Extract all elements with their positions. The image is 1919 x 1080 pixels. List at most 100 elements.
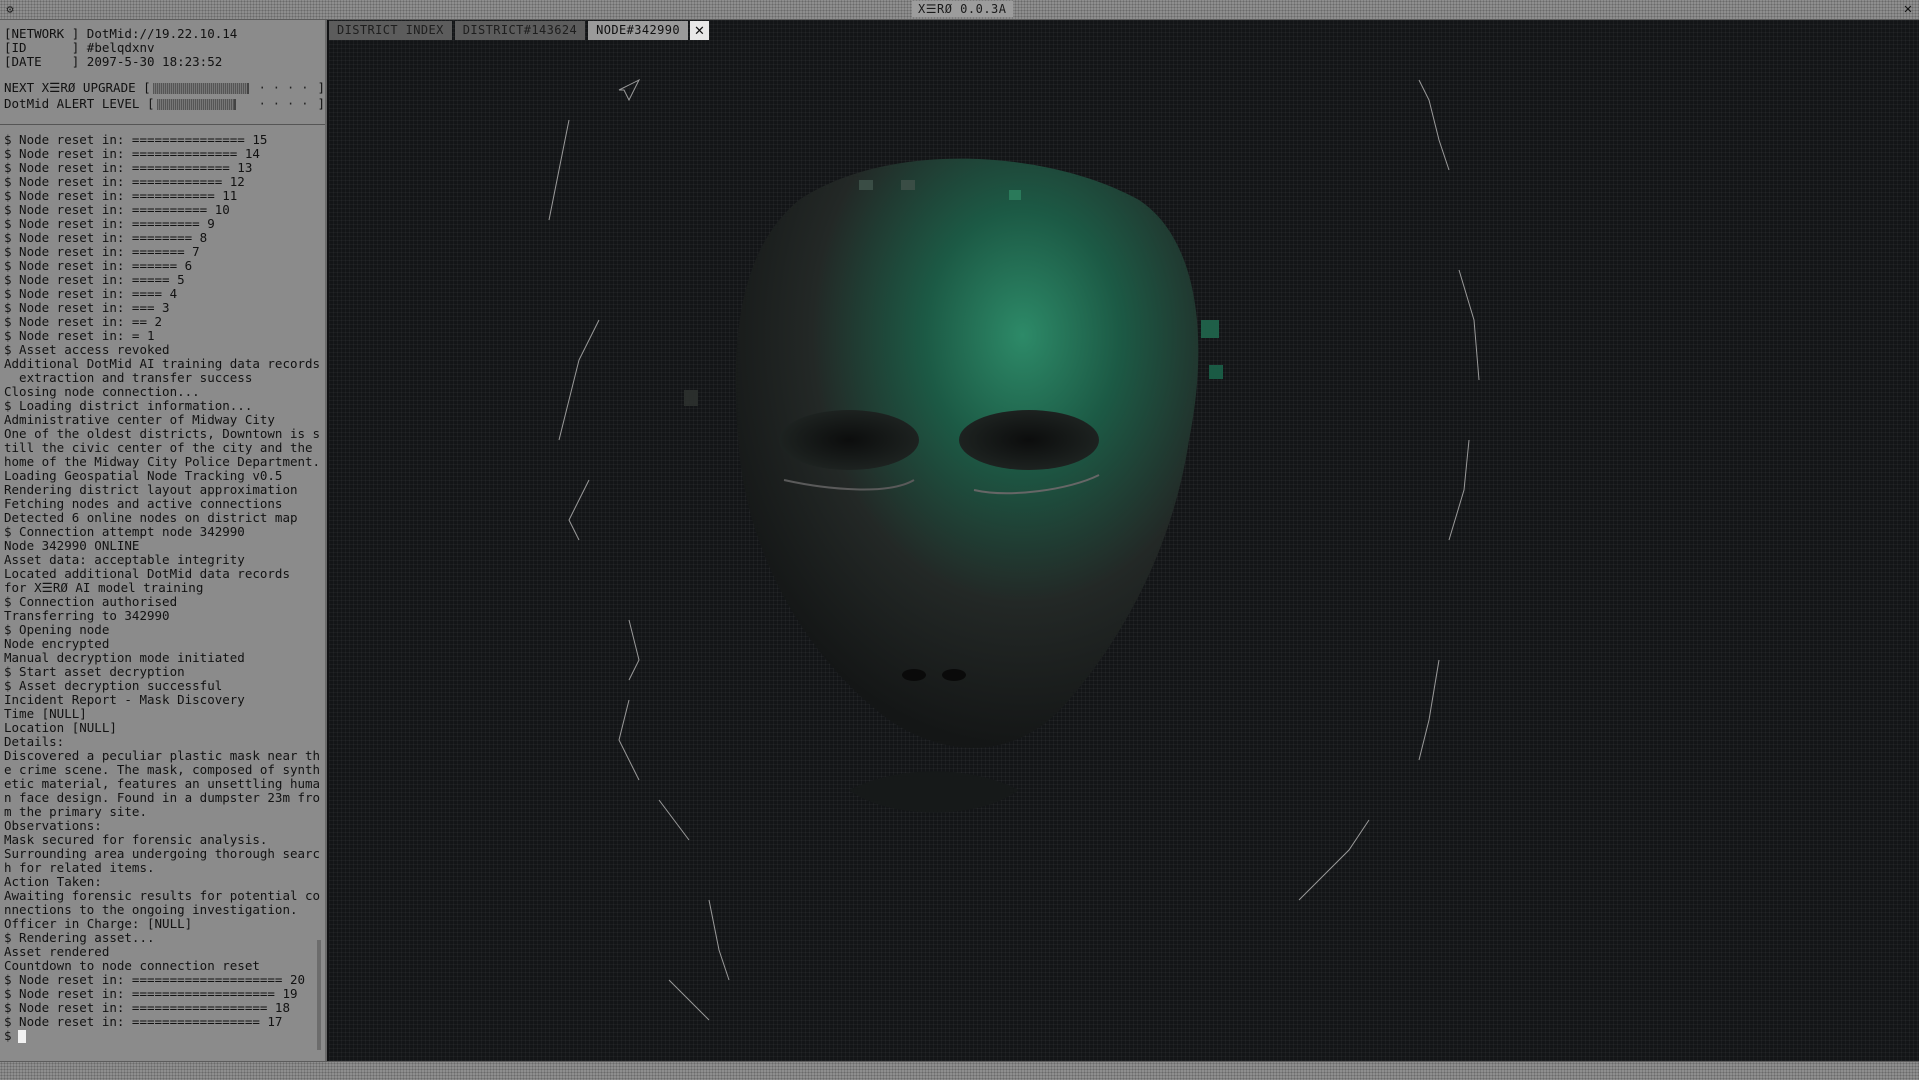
text-cursor <box>17 1029 26 1043</box>
log-line: Time [NULL] <box>4 706 87 721</box>
prompt-symbol: $ <box>4 1028 12 1043</box>
close-icon[interactable]: ✕ <box>1899 1 1917 17</box>
log-line: $ Node reset in: ========== 10 <box>4 202 230 217</box>
tab-bar: DISTRICT INDEX DISTRICT#143624 NODE#342990… <box>329 21 709 40</box>
alert-dots: ···· <box>258 96 316 111</box>
log-line: Asset rendered <box>4 944 110 959</box>
alert-progress-bar: ···· <box>156 96 316 111</box>
log-line: $ Node reset in: ========= 9 <box>4 216 215 231</box>
log-line: till the civic center of the city and th… <box>4 440 313 455</box>
log-line: extraction and transfer success <box>4 370 253 385</box>
log-line: $ Connection authorised <box>4 594 178 609</box>
log-line: Closing node connection... <box>4 384 200 399</box>
alert-bracket: ] <box>317 96 325 111</box>
tab-district-index[interactable]: DISTRICT INDEX <box>329 21 452 40</box>
log-line: e crime scene. The mask, composed of syn… <box>4 762 321 777</box>
log-line: $ Node reset in: ======== 8 <box>4 230 208 245</box>
tab-district-143624[interactable]: DISTRICT#143624 <box>454 21 586 40</box>
log-line: Incident Report - Mask Discovery <box>4 692 245 707</box>
log-line: $ Asset decryption successful <box>4 678 223 693</box>
upgrade-bracket: ] <box>317 80 325 95</box>
log-line: $ Asset access revoked <box>4 342 170 357</box>
log-line: Manual decryption mode initiated <box>4 650 245 665</box>
terminal-panel: [NETWORK ] DotMid://19.22.10.14 [ID ] #b… <box>0 20 327 1061</box>
log-line: $ Start asset decryption <box>4 664 185 679</box>
log-line: for X☰RØ AI model training <box>4 580 204 595</box>
date-label: [DATE ] <box>4 54 80 69</box>
log-line: $ Node reset in: ==== 4 <box>4 286 178 301</box>
log-line: $ Loading district information... <box>4 398 253 413</box>
log-line: Awaiting forensic results for potential … <box>4 888 321 903</box>
terminal-log: $ Node reset in: =============== 15 $ Nod… <box>0 125 325 1043</box>
status-block: [NETWORK ] DotMid://19.22.10.14 [ID ] #b… <box>0 20 325 69</box>
upgrade-progress-bar: ···· <box>152 80 316 95</box>
alert-label: DotMid ALERT LEVEL [ <box>4 96 155 111</box>
log-line: Administrative center of Midway City <box>4 412 275 427</box>
log-line: $ Node reset in: =========== 11 <box>4 188 238 203</box>
log-line: $ Opening node <box>4 622 110 637</box>
log-line: etic material, features an unsettling hu… <box>4 776 321 791</box>
log-line: $ Node reset in: ================== 18 <box>4 1000 290 1015</box>
log-line: $ Node reset in: ===== 5 <box>4 272 185 287</box>
log-line: One of the oldest districts, Downtown is… <box>4 426 321 441</box>
log-line: Surrounding area undergoing thorough sea… <box>4 846 321 861</box>
log-line: $ Rendering asset... <box>4 930 155 945</box>
log-line: nnections to the ongoing investigation. <box>4 902 298 917</box>
log-line: Node 342990 ONLINE <box>4 538 140 553</box>
log-line: Loading Geospatial Node Tracking v0.5 <box>4 468 283 483</box>
log-line: $ Node reset in: ================= 17 <box>4 1014 283 1029</box>
log-line: $ Connection attempt node 342990 <box>4 524 245 539</box>
log-line: Detected 6 online nodes on district map <box>4 510 298 525</box>
log-line: Additional DotMid AI training data recor… <box>4 356 321 371</box>
log-line: Action Taken: <box>4 874 102 889</box>
app-title: X☰RØ 0.0.3A <box>912 1 1013 17</box>
log-line: $ Node reset in: ======= 7 <box>4 244 200 259</box>
log-line: Node encrypted <box>4 636 110 651</box>
log-line: Rendering district layout approximation <box>4 482 298 497</box>
command-prompt[interactable]: $ <box>4 1029 325 1043</box>
network-value: DotMid://19.22.10.14 <box>86 26 238 41</box>
gear-icon[interactable]: ⚙ <box>3 2 17 16</box>
log-line: Countdown to node connection reset <box>4 958 260 973</box>
close-tab-icon[interactable]: ✕ <box>690 21 709 40</box>
date-row: [DATE ] 2097-5-30 18:23:52 <box>4 55 325 69</box>
log-line: h for related items. <box>4 860 155 875</box>
network-row: [NETWORK ] DotMid://19.22.10.14 <box>4 27 325 41</box>
log-line: $ Node reset in: ==================== 20 <box>4 972 306 987</box>
log-line: Transferring to 342990 <box>4 608 170 623</box>
id-value: #belqdxnv <box>86 40 155 55</box>
network-label: [NETWORK ] <box>4 26 80 41</box>
log-line: Officer in Charge: [NULL] <box>4 916 193 931</box>
upgrade-dots: ···· <box>258 80 316 95</box>
mask-face <box>684 158 1223 813</box>
log-line: Discovered a peculiar plastic mask near … <box>4 748 321 763</box>
date-value: 2097-5-30 18:23:52 <box>86 54 223 69</box>
asset-viewport[interactable] <box>329 20 1919 1061</box>
log-line: Asset data: acceptable integrity <box>4 552 245 567</box>
log-line: Location [NULL] <box>4 720 117 735</box>
alert-progress-fill <box>156 98 236 110</box>
mask-render <box>548 78 1480 1021</box>
log-line: $ Node reset in: =================== 19 <box>4 986 298 1001</box>
tab-node-342990[interactable]: NODE#342990 <box>588 21 688 40</box>
wireframe-right <box>1298 79 1480 901</box>
log-line: n face design. Found in a dumpster 23m f… <box>4 790 321 805</box>
title-bar: ⚙ X☰RØ 0.0.3A ✕ <box>0 0 1919 20</box>
log-line: Mask secured for forensic analysis. <box>4 832 268 847</box>
upgrade-progress-fill <box>152 82 249 94</box>
bottom-bar <box>0 1061 1919 1080</box>
log-line: Observations: <box>4 818 102 833</box>
log-line: $ Node reset in: ============= 13 <box>4 160 253 175</box>
scrollbar[interactable] <box>317 940 321 1050</box>
upgrade-meter: NEXT X☰RØ UPGRADE [ ···· ] <box>4 80 325 96</box>
meters-block: NEXT X☰RØ UPGRADE [ ···· ] DotMid ALERT … <box>0 69 325 112</box>
id-row: [ID ] #belqdxnv <box>4 41 325 55</box>
log-line: m the primary site. <box>4 804 147 819</box>
log-line: Details: <box>4 734 65 749</box>
id-label: [ID ] <box>4 40 80 55</box>
upgrade-label: NEXT X☰RØ UPGRADE [ <box>4 80 151 95</box>
log-line: Located additional DotMid data records <box>4 566 290 581</box>
log-line: $ Node reset in: = 1 <box>4 328 155 343</box>
log-line: $ Node reset in: == 2 <box>4 314 163 329</box>
log-line: $ Node reset in: ============ 12 <box>4 174 245 189</box>
